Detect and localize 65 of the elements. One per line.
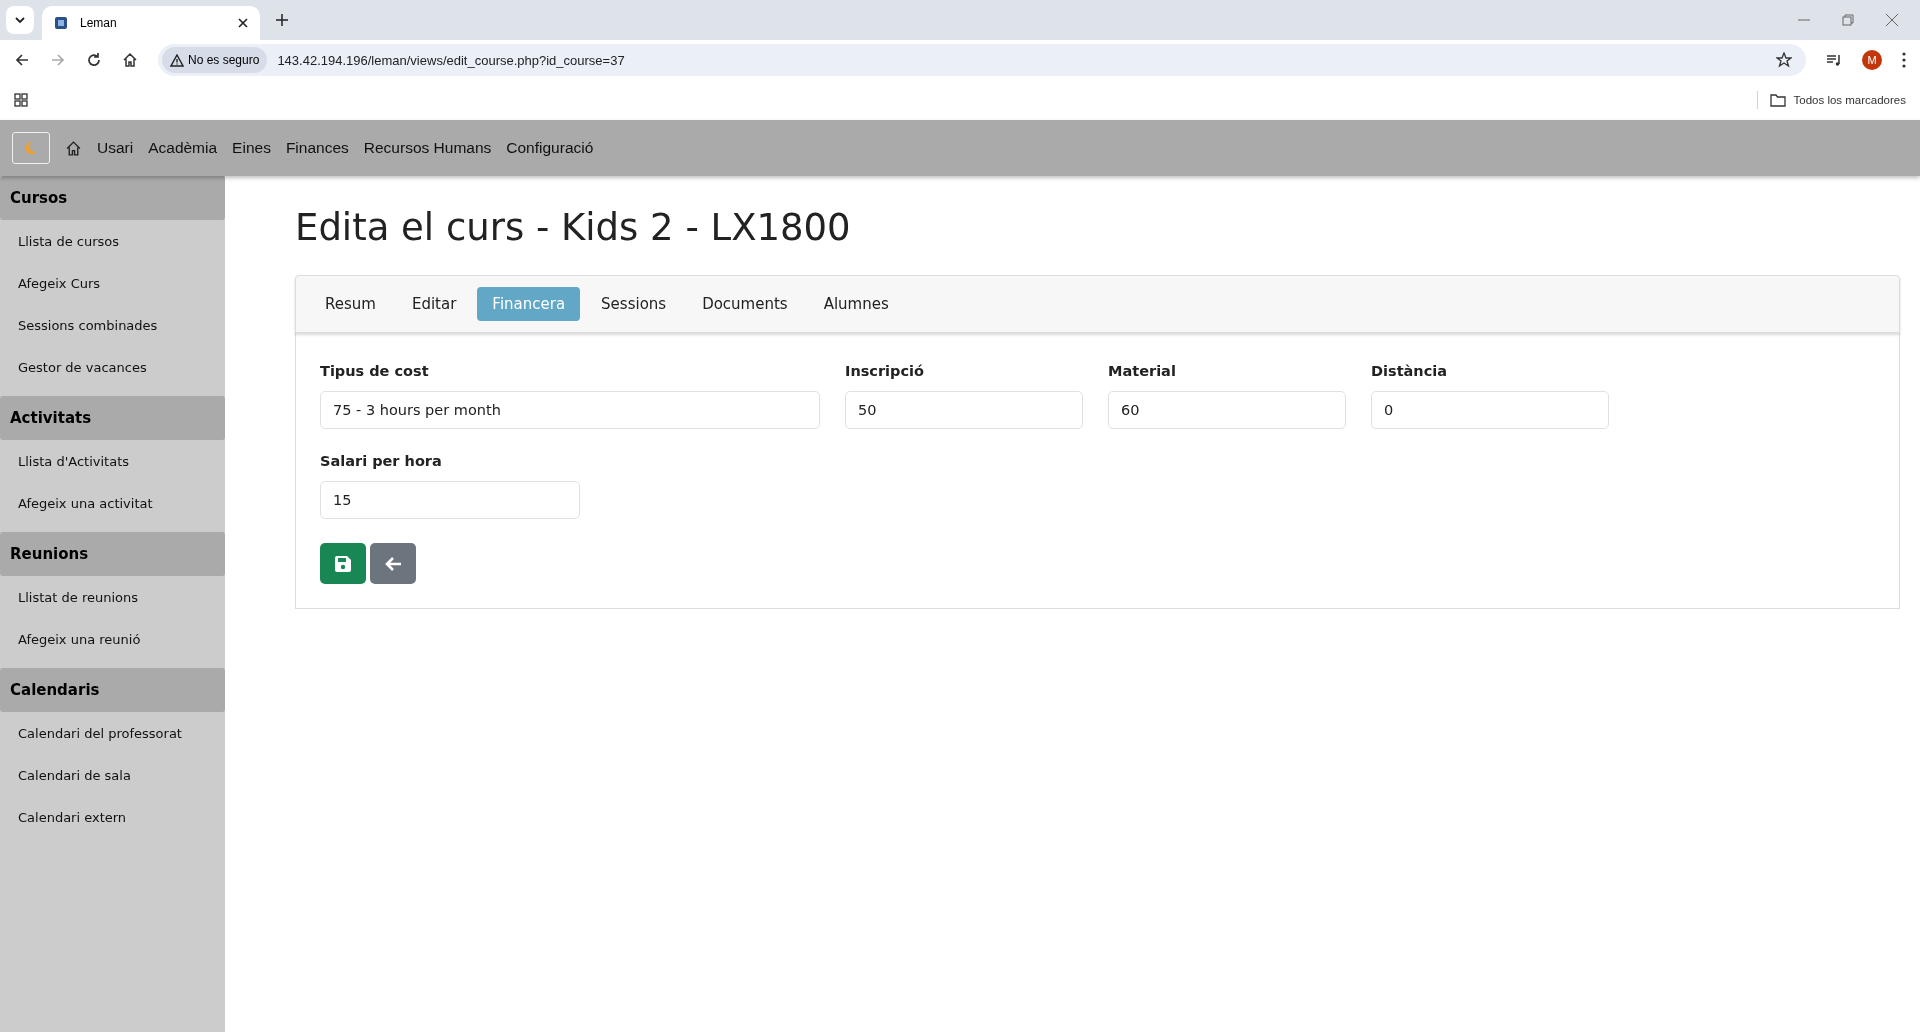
browser-tab[interactable]: Leman [42, 6, 260, 40]
sidebar-item[interactable]: Calendari del professorat [0, 712, 225, 754]
tab-search-button[interactable] [6, 6, 34, 34]
input-field[interactable]: 15 [320, 481, 580, 519]
profile-avatar[interactable]: M [1862, 50, 1882, 70]
sidebar-section-header[interactable]: Reunions [0, 532, 225, 576]
crescent-icon [24, 141, 38, 155]
field-label: Inscripció [845, 363, 925, 379]
field-label: Salari per hora [320, 453, 443, 469]
sidebar-item[interactable]: Sessions combinades [0, 304, 225, 346]
sidebar-item[interactable]: Llistat de reunions [0, 576, 225, 618]
input-field[interactable]: 75 - 3 hours per month [320, 391, 820, 429]
restore-icon[interactable] [1842, 14, 1854, 26]
chevron-down-icon [14, 14, 26, 26]
sidebar-item[interactable]: Calendari extern [0, 796, 225, 838]
close-window-icon[interactable] [1886, 14, 1898, 26]
sidebar-item[interactable]: Afegeix una activitat [0, 482, 225, 524]
sidebar-item[interactable]: Afegeix una reunió [0, 618, 225, 660]
star-icon[interactable] [1776, 52, 1792, 68]
left-arrow-icon [384, 555, 402, 572]
favicon-icon [54, 16, 68, 30]
sidebar-item[interactable]: Gestor de vacances [0, 346, 225, 388]
security-chip[interactable]: No es seguro [162, 47, 268, 73]
field-label: Tipus de cost [320, 363, 430, 379]
sidebar-item[interactable]: Calendari de sala [0, 754, 225, 796]
more-menu-icon[interactable] [1902, 52, 1906, 68]
media-playlist-icon[interactable] [1826, 52, 1842, 68]
field-label: Material [1108, 363, 1177, 379]
folder-icon [1769, 93, 1786, 107]
nav-link[interactable]: Eines [232, 139, 271, 157]
sidebar-section-header[interactable]: Calendaris [0, 668, 225, 712]
field-label: Distància [1371, 363, 1449, 379]
url-text: 143.42.194.196/leman/views/edit_course.php?id_course=37 [277, 52, 625, 68]
tab[interactable]: Alumnes [808, 287, 904, 321]
all-bookmarks-button[interactable]: Todos los marcadores [1769, 93, 1906, 107]
sidebar-section-header[interactable]: Activitats [0, 396, 225, 440]
tab[interactable]: Documents [687, 287, 803, 321]
nav-link[interactable]: Usari [97, 139, 134, 157]
reload-icon[interactable] [86, 52, 102, 68]
back-arrow-icon[interactable] [14, 52, 30, 68]
save-button[interactable] [320, 543, 366, 584]
tab-title: Leman [80, 16, 118, 30]
nav-link[interactable]: Acadèmia [148, 139, 218, 157]
new-tab-icon[interactable] [276, 14, 288, 26]
input-field[interactable]: 50 [845, 391, 1083, 429]
address-bar[interactable]: No es seguro 143.42.194.196/leman/views/edit_course.php?id_course=37 [158, 44, 1806, 76]
input-field[interactable]: 60 [1108, 391, 1346, 429]
close-icon[interactable] [238, 18, 248, 28]
back-button[interactable] [370, 543, 416, 584]
sidebar-item[interactable]: Afegeix Curs [0, 262, 225, 304]
nav-link[interactable]: Recursos Humans [363, 139, 492, 157]
tab[interactable]: Sessions [586, 287, 682, 321]
sidebar-item[interactable]: Llista d'Activitats [0, 440, 225, 482]
input-field[interactable]: 0 [1371, 391, 1609, 429]
tab[interactable]: Editar [396, 287, 472, 321]
sidebar-section-header[interactable]: Cursos [0, 176, 225, 220]
apps-grid-icon[interactable] [14, 93, 28, 107]
warning-icon [170, 53, 184, 67]
home-icon[interactable] [65, 139, 82, 157]
nav-link[interactable]: Configuració [506, 139, 594, 157]
tab[interactable]: Resum [310, 287, 391, 321]
nav-link[interactable]: Finances [285, 139, 349, 157]
page-title: Edita el curs - Kids 2 - LX1800 [295, 206, 852, 249]
home-icon[interactable] [122, 52, 138, 68]
sidebar-item[interactable]: Llista de cursos [0, 220, 225, 262]
